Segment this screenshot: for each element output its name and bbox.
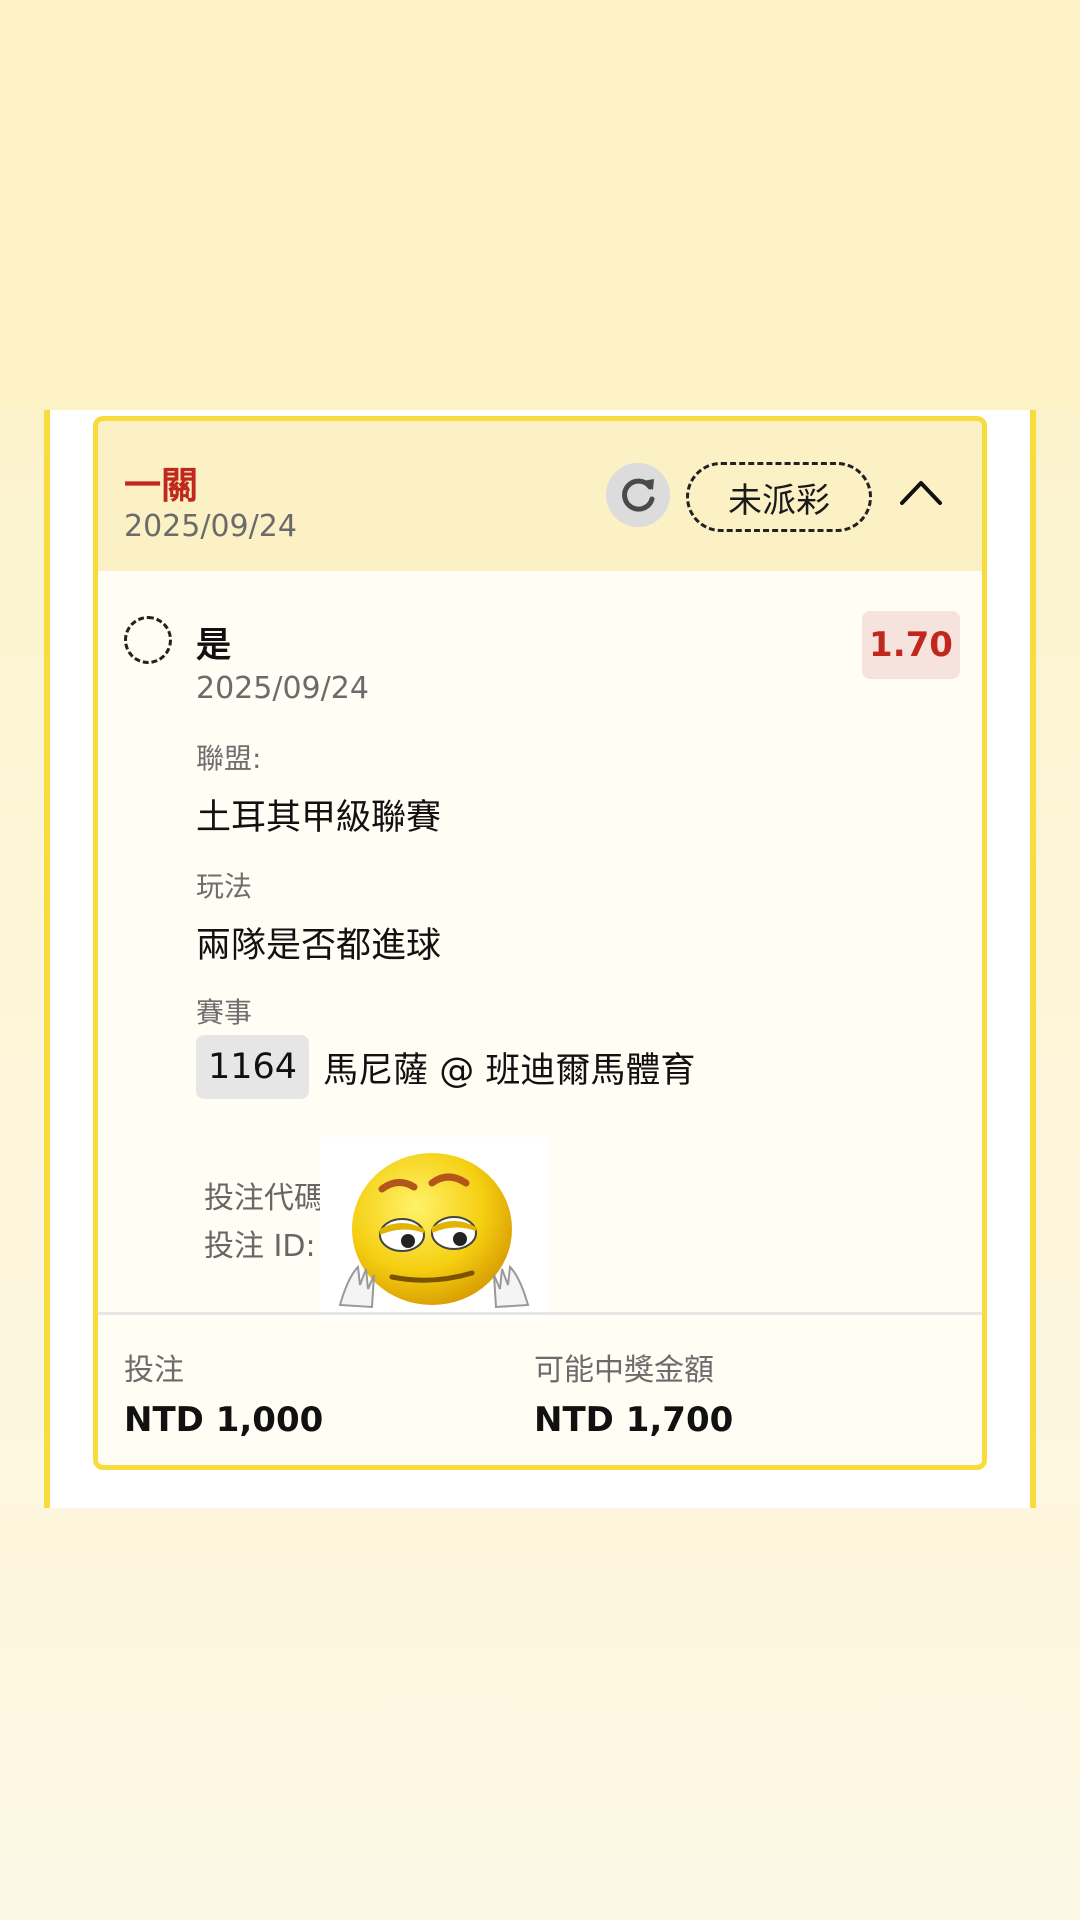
collapse-button[interactable] [896,471,946,511]
refresh-button[interactable] [606,463,670,527]
bet-id-label: 投注 ID: [204,1229,316,1264]
selection-date: 2025/09/24 [196,671,369,706]
bet-date: 2025/09/24 [124,509,297,544]
league-label: 聯盟: [196,742,262,775]
league-value: 土耳其甲級聯賽 [196,798,442,838]
odds-badge: 1.70 [862,611,960,679]
event-row: 1164 馬尼薩 @ 班迪爾馬體育 [196,1035,695,1099]
selection-status-circle [124,616,172,664]
bet-slip-card: 一關 2025/09/24 未派彩 是 2025/09/24 1.70 聯盟: … [93,416,987,1470]
footer-divider [98,1312,982,1315]
refresh-icon [622,478,655,512]
event-name: 馬尼薩 @ 班迪爾馬體育 [323,1050,696,1091]
selection-name: 是 [196,626,232,666]
payout-label: 可能中獎金額 [534,1353,714,1388]
card-header[interactable]: 一關 2025/09/24 未派彩 [98,421,982,571]
chevron-up-icon [900,481,942,505]
market-value: 兩隊是否都進球 [196,926,442,966]
stake-value: NTD 1,000 [124,1400,324,1440]
top-background [0,0,1080,410]
sad-emoji-sticker [320,1137,548,1319]
payout-value: NTD 1,700 [534,1400,734,1440]
bottom-background [0,1508,1080,1920]
market-label: 玩法 [196,870,253,903]
bet-code-label: 投注代碼 [204,1181,324,1216]
status-badge: 未派彩 [686,462,872,532]
event-label: 賽事 [196,996,253,1029]
bet-type-title: 一關 [124,464,198,507]
stake-label: 投注 [124,1353,184,1388]
event-number-badge: 1164 [196,1035,310,1099]
